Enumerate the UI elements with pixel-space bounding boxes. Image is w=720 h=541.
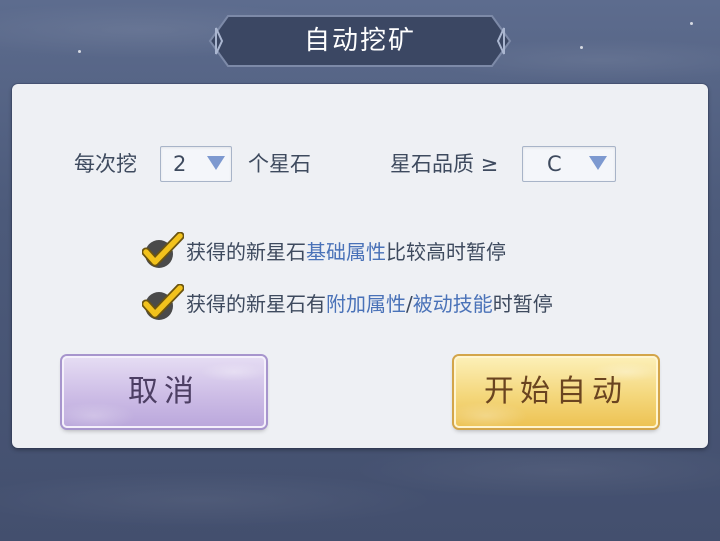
star-sparkle	[580, 46, 583, 49]
settings-panel: 每次挖 2 个星石 星石品质 ≥ C 获得的新星石基础属性比较高时暂停 获得的新…	[12, 84, 708, 448]
option-text-suffix: 时暂停	[492, 292, 553, 316]
star-sparkle	[690, 22, 693, 25]
option-highlight-passive-skill: 被动技能	[412, 292, 493, 316]
dig-count-dropdown[interactable]: 2	[160, 146, 232, 182]
option-highlight-extra-attr: 附加属性	[326, 292, 406, 316]
checkmark-icon[interactable]	[142, 284, 184, 324]
cancel-button[interactable]: 取消	[62, 356, 266, 428]
title-banner: 自动挖矿	[208, 14, 512, 68]
option-text-suffix: 比较高时暂停	[386, 240, 506, 264]
quality-label: 星石品质 ≥	[390, 152, 499, 176]
option-text: 获得的新星石基础属性比较高时暂停	[186, 232, 506, 272]
option-text: 获得的新星石有附加属性/被动技能时暂停	[186, 284, 553, 324]
checkmark-icon[interactable]	[142, 232, 184, 272]
option-separator: /	[406, 292, 413, 316]
quality-dropdown[interactable]: C	[522, 146, 616, 182]
start-auto-button[interactable]: 开始自动	[454, 356, 658, 428]
dig-count-label: 每次挖	[74, 152, 137, 176]
dig-count-value: 2	[173, 152, 187, 176]
dialog-title: 自动挖矿	[303, 26, 416, 56]
start-auto-button-label: 开始自动	[484, 374, 628, 409]
cancel-button-label: 取消	[128, 374, 200, 409]
chevron-down-icon	[207, 156, 225, 170]
stone-unit-label: 个星石	[248, 152, 311, 176]
game-window: 自动挖矿 每次挖 2 个星石 星石品质 ≥ C 获得的新星石基础属性比较高时暂停	[0, 0, 720, 541]
star-sparkle	[78, 50, 81, 53]
chevron-down-icon	[589, 156, 607, 170]
quality-value: C	[547, 152, 562, 176]
option-text-prefix: 获得的新星石	[186, 240, 306, 264]
option-text-prefix: 获得的新星石有	[186, 292, 326, 316]
option-highlight-base-attr: 基础属性	[306, 240, 386, 264]
